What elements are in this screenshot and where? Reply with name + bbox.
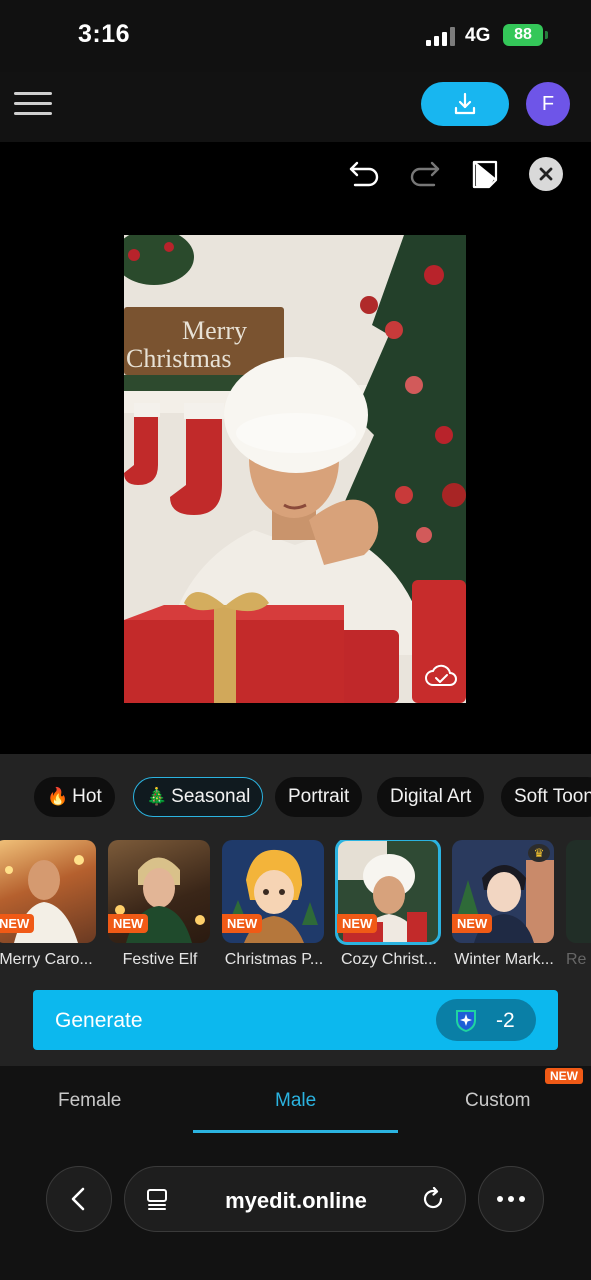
close-button[interactable] [529,157,563,191]
category-chip-hot[interactable]: 🔥 Hot [34,777,115,817]
category-label: Seasonal [171,786,251,807]
style-thumbnail: NEW [335,840,441,945]
tab-female[interactable]: Female [58,1090,121,1112]
generate-button[interactable]: Generate -2 [33,990,558,1050]
christmas-portrait-image: Merry Christmas [124,235,466,703]
battery-icon: 88 [503,24,548,46]
download-button[interactable] [421,82,509,126]
close-icon [539,167,553,181]
style-label: Re [566,951,587,968]
custom-new-badge: NEW [545,1068,583,1084]
category-label: Portrait [288,786,350,807]
download-icon [454,92,476,115]
new-badge: NEW [108,914,149,933]
style-thumbnail: NEW [108,840,210,943]
style-label: Merry Caro... [0,951,93,968]
style-label: Winter Mark... [454,951,554,968]
style-card-merry-carousel[interactable]: NEW Merry Caro... [0,840,98,969]
premium-crown-icon: ♛ [528,844,550,862]
new-badge: NEW [222,914,263,933]
style-card-festive-elf[interactable]: NEW Festive Elf [108,840,212,969]
undo-icon [349,161,379,187]
url-text: myedit.online [225,1188,367,1213]
style-label: Festive Elf [122,951,198,968]
christmas-tree-icon: 🎄 [146,787,168,806]
gender-tabs: Female Male Custom NEW [0,1066,591,1136]
status-bar: 3:16 4G 88 [0,0,591,72]
active-tab-indicator [193,1130,398,1133]
category-chips: 🔥 Hot 🎄 Seasonal Portrait Digital Art Soft… [0,777,591,819]
reload-icon[interactable] [421,1187,445,1211]
style-card-partial[interactable]: Re [566,840,591,969]
category-label: Soft Toon [514,786,591,807]
status-time: 3:16 [78,20,131,48]
photo-canvas[interactable]: Merry Christmas [124,235,466,703]
style-card-christmas-portrait[interactable]: NEW Christmas P... [222,840,326,969]
generate-label: Generate [55,1009,143,1032]
new-badge: NEW [337,914,378,933]
style-thumbnails: NEW Merry Caro... NEW Festive Elf NEW Ch… [0,840,591,980]
more-icon [497,1196,525,1202]
credit-cost: -2 [436,999,536,1041]
category-label: Digital Art [390,786,472,807]
credit-cost-value: -2 [496,1009,515,1032]
signal-icon [426,26,456,46]
category-chip-digital-art[interactable]: Digital Art [377,777,485,817]
style-label: Cozy Christ... [340,951,437,968]
credit-shield-icon [456,1010,476,1032]
chevron-left-icon [71,1187,85,1211]
style-thumbnail: NEW [0,840,96,943]
undo-button[interactable] [346,156,382,192]
svg-text:Christmas: Christmas [126,344,231,373]
cloud-saved-icon [425,664,457,686]
address-bar[interactable]: myedit.online [124,1166,466,1232]
fire-icon: 🔥 [47,787,69,806]
style-label: Christmas P... [224,951,324,968]
eraser-button[interactable] [467,156,503,192]
redo-icon [410,161,440,187]
style-thumbnail: ♛ NEW [452,840,554,943]
category-chip-soft-toon[interactable]: Soft Toon [501,777,591,817]
category-label: Hot [72,786,102,807]
user-avatar[interactable]: F [526,82,570,126]
category-chip-portrait[interactable]: Portrait [275,777,363,817]
browser-toolbar: myedit.online [0,1136,591,1280]
new-badge: NEW [452,914,493,933]
hamburger-menu-icon[interactable] [14,90,52,118]
style-card-cozy-christmas[interactable]: NEW Cozy Christ... [335,840,441,969]
new-badge: NEW [0,914,35,933]
editor-area: Merry Christmas [0,142,591,754]
app-header: F [0,72,591,142]
style-card-winter-market[interactable]: ♛ NEW Winter Mark... [452,840,556,969]
tab-male[interactable]: Male [275,1090,316,1112]
network-type: 4G [465,25,491,46]
style-thumbnail: NEW [222,840,324,943]
browser-back-button[interactable] [46,1166,112,1232]
tab-custom[interactable]: Custom [465,1090,530,1112]
svg-text:Merry: Merry [182,316,247,345]
redo-button[interactable] [407,156,443,192]
category-chip-seasonal[interactable]: 🎄 Seasonal [133,777,264,817]
browser-more-button[interactable] [478,1166,544,1232]
battery-level: 88 [514,26,532,43]
eraser-icon [472,160,498,189]
style-panel: 🔥 Hot 🎄 Seasonal Portrait Digital Art Soft… [0,754,591,1066]
style-thumbnail [566,840,591,943]
